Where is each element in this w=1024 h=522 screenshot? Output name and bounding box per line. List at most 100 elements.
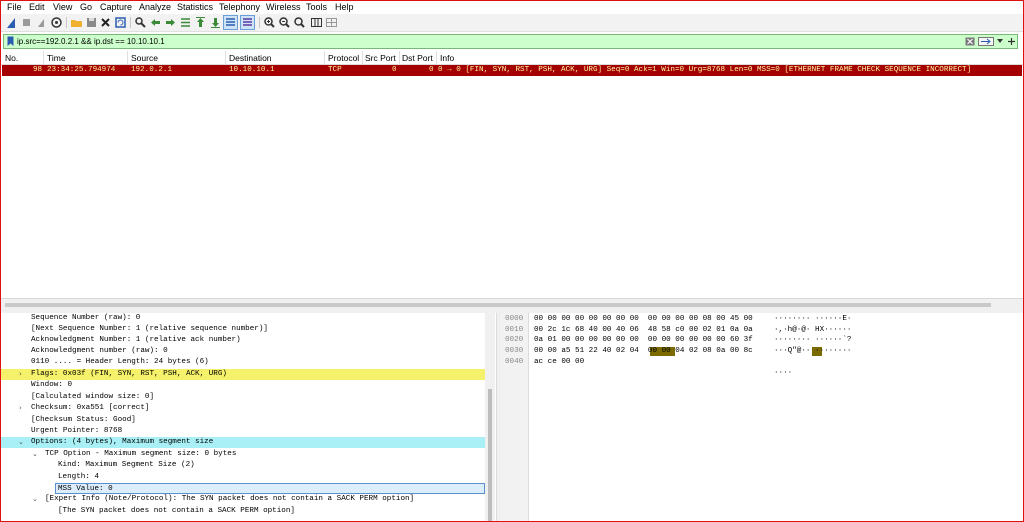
offset: 0030 <box>505 347 524 355</box>
menu-view[interactable]: View <box>53 2 72 13</box>
packet-details-pane: Sequence Number (raw): 0 [Next Sequence … <box>1 313 496 521</box>
packet-list-header: No. Time Source Destination Protocol Src… <box>1 51 1023 65</box>
apply-filter-icon[interactable] <box>978 37 994 46</box>
column-dst-port[interactable]: Dst Port <box>402 53 433 63</box>
first-packet-icon[interactable] <box>194 16 207 29</box>
detail-row[interactable]: Acknowledgment Number: 1 (relative ack n… <box>1 335 485 346</box>
restart-capture-icon[interactable] <box>35 16 48 29</box>
ascii-row[interactable]: ········ ······E· <box>774 314 851 325</box>
packet-protocol: TCP <box>328 66 342 74</box>
bookmark-icon[interactable] <box>7 36 14 47</box>
detail-row-expert-info[interactable]: ⌄ [Expert Info (Note/Protocol): The SYN p… <box>1 494 485 505</box>
ascii-row[interactable]: ···· <box>774 368 792 379</box>
chevron-down-icon[interactable]: ⌄ <box>32 494 38 505</box>
hex-row[interactable]: ac ce 00 00 <box>534 357 584 368</box>
detail-text: Sequence Number (raw): 0 <box>31 314 141 322</box>
ascii-row[interactable]: ········ ······`? <box>774 335 851 346</box>
detail-row-mss-value[interactable]: MSS Value: 0 <box>55 483 485 494</box>
colorize-icon[interactable] <box>240 15 255 30</box>
menu-edit[interactable]: Edit <box>29 2 45 13</box>
display-filter-bar: ip.src==192.0.2.1 && ip.dst == 10.10.10.… <box>3 34 1018 49</box>
hex-row[interactable]: 00 00 a5 51 22 40 02 04 00 00 04 02 08 0… <box>534 346 753 357</box>
last-packet-icon[interactable] <box>209 16 222 29</box>
wireshark-window: File Edit View Go Capture Analyze Statis… <box>0 0 1024 522</box>
find-packet-icon[interactable] <box>134 16 147 29</box>
detail-text: Acknowledgment number (raw): 0 <box>31 347 168 355</box>
resize-columns-icon[interactable] <box>310 16 323 29</box>
go-forward-icon[interactable] <box>164 16 177 29</box>
detail-text: Window: 0 <box>31 381 73 389</box>
hex-row[interactable]: 00 00 00 00 00 00 00 00 00 00 00 00 08 0… <box>534 314 753 325</box>
go-to-packet-icon[interactable] <box>179 16 192 29</box>
detail-row[interactable]: [Calculated window size: 0] <box>1 392 485 403</box>
reload-file-icon[interactable] <box>114 16 127 29</box>
menu-telephony[interactable]: Telephony <box>219 2 260 13</box>
detail-text: [Next Sequence Number: 1 (relative seque… <box>31 325 268 333</box>
detail-row[interactable]: Acknowledgment number (raw): 0 <box>1 346 485 357</box>
menu-wireless[interactable]: Wireless <box>266 2 301 13</box>
horizontal-splitter[interactable] <box>1 298 1023 314</box>
open-file-icon[interactable] <box>70 16 83 29</box>
column-no[interactable]: No. <box>5 53 18 63</box>
add-filter-button-icon[interactable] <box>1007 36 1016 47</box>
column-source[interactable]: Source <box>131 53 158 63</box>
detail-row[interactable]: Window: 0 <box>1 380 485 391</box>
columns-grid-icon[interactable] <box>325 16 338 29</box>
details-scrollbar[interactable] <box>485 313 495 521</box>
column-destination[interactable]: Destination <box>229 53 272 63</box>
detail-text: Options: (4 bytes), Maximum segment size <box>31 438 214 446</box>
menu-go[interactable]: Go <box>80 2 92 13</box>
detail-text: Acknowledgment Number: 1 (relative ack n… <box>31 336 241 344</box>
close-file-icon[interactable] <box>99 16 112 29</box>
menu-analyze[interactable]: Analyze <box>139 2 171 13</box>
packet-list-scrollbar[interactable] <box>5 303 991 307</box>
detail-row[interactable]: Sequence Number (raw): 0 <box>1 313 485 324</box>
zoom-in-icon[interactable] <box>263 16 276 29</box>
chevron-right-icon[interactable]: › <box>19 403 22 414</box>
packet-row[interactable]: 98 23:34:25.794974 192.0.2.1 10.10.10.1 … <box>2 65 1022 76</box>
packet-bytes-pane: 0000 00 00 00 00 00 00 00 00 00 00 00 00… <box>501 313 1023 521</box>
detail-row[interactable]: Kind: Maximum Segment Size (2) <box>1 460 485 471</box>
chevron-right-icon[interactable]: › <box>19 369 22 380</box>
menu-capture[interactable]: Capture <box>100 2 132 13</box>
chevron-down-icon[interactable] <box>997 39 1003 44</box>
column-time[interactable]: Time <box>47 53 66 63</box>
detail-row[interactable]: Urgent Pointer: 8768 <box>1 426 485 437</box>
column-src-port[interactable]: Src Port <box>365 53 396 63</box>
hex-row[interactable]: 0a 01 00 00 00 00 00 00 00 00 00 00 00 0… <box>534 335 753 346</box>
save-file-icon[interactable] <box>85 16 98 29</box>
packet-time: 23:34:25.794974 <box>47 66 116 74</box>
normal-size-icon[interactable] <box>293 16 306 29</box>
details-scrollbar-thumb[interactable] <box>488 389 492 521</box>
detail-row[interactable]: Length: 4 <box>1 472 485 483</box>
display-filter-input[interactable]: ip.src==192.0.2.1 && ip.dst == 10.10.10.… <box>17 36 165 47</box>
detail-row-checksum[interactable]: › Checksum: 0xa551 [correct] <box>1 403 485 414</box>
menu-help[interactable]: Help <box>335 2 354 13</box>
packet-dst-port: 0 <box>429 66 434 74</box>
zoom-out-icon[interactable] <box>278 16 291 29</box>
chevron-down-icon[interactable]: ⌄ <box>18 437 24 448</box>
column-protocol[interactable]: Protocol <box>328 53 359 63</box>
detail-text: 0110 .... = Header Length: 24 bytes (6) <box>31 358 209 366</box>
auto-scroll-icon[interactable] <box>223 15 238 30</box>
main-toolbar <box>1 14 1023 32</box>
chevron-down-icon[interactable]: ⌄ <box>32 449 38 460</box>
detail-row-flags[interactable]: › Flags: 0x03f (FIN, SYN, RST, PSH, ACK, … <box>1 369 485 380</box>
column-info[interactable]: Info <box>440 53 454 63</box>
shark-fin-start-icon[interactable] <box>5 16 18 29</box>
offset: 0020 <box>505 336 524 344</box>
go-back-icon[interactable] <box>149 16 162 29</box>
menu-file[interactable]: File <box>7 2 22 13</box>
menu-statistics[interactable]: Statistics <box>177 2 213 13</box>
detail-row[interactable]: 0110 .... = Header Length: 24 bytes (6) <box>1 357 485 368</box>
stop-capture-icon[interactable] <box>20 16 33 29</box>
detail-row[interactable]: [Next Sequence Number: 1 (relative seque… <box>1 324 485 335</box>
detail-row-options[interactable]: ⌄ Options: (4 bytes), Maximum segment siz… <box>1 437 485 448</box>
capture-options-icon[interactable] <box>50 16 63 29</box>
detail-row-mss-option[interactable]: ⌄ TCP Option - Maximum segment size: 0 by… <box>1 449 485 460</box>
menu-tools[interactable]: Tools <box>306 2 327 13</box>
detail-row[interactable]: [The SYN packet does not contain a SACK … <box>1 506 485 517</box>
detail-row[interactable]: [Checksum Status: Good] <box>1 415 485 426</box>
ascii-row[interactable]: ···Q"@·· ········ <box>774 346 851 357</box>
clear-filter-icon[interactable] <box>965 37 975 46</box>
